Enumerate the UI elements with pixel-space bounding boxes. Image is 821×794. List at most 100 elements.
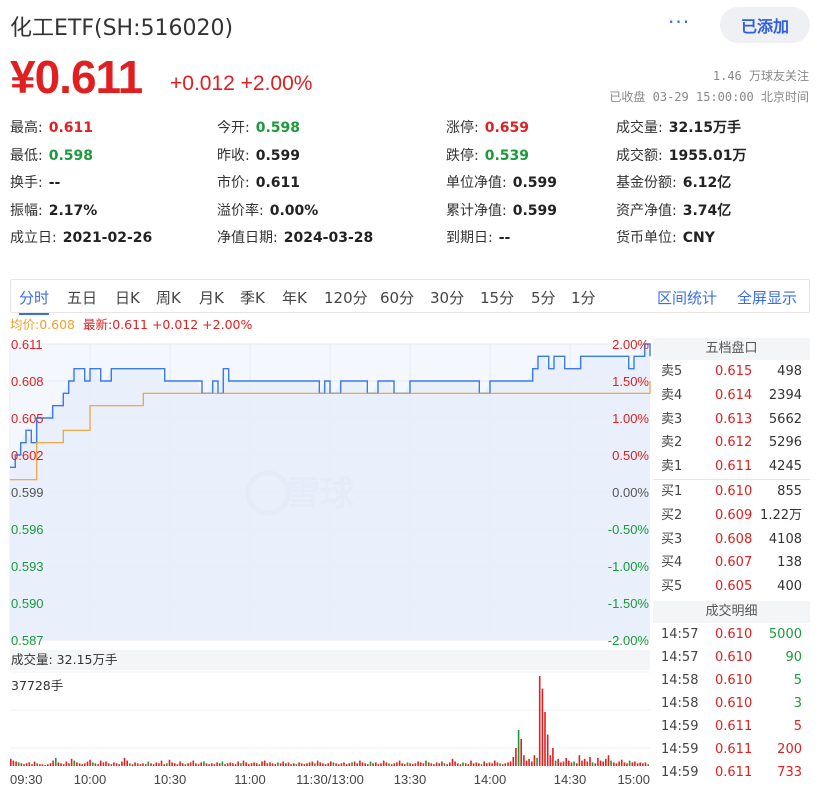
volume-bar bbox=[533, 755, 536, 766]
volume-bar bbox=[546, 734, 549, 766]
volume-bar bbox=[554, 760, 557, 766]
volume-bar bbox=[515, 748, 517, 766]
volume-bar bbox=[433, 764, 435, 766]
volume-bar bbox=[636, 763, 639, 766]
volume-bar bbox=[298, 762, 300, 766]
volume-bar bbox=[642, 763, 644, 766]
volume-bar bbox=[501, 764, 504, 766]
tab-period[interactable]: 120分 bbox=[324, 287, 368, 308]
volume-bar bbox=[351, 762, 353, 766]
tab-period[interactable]: 分时 bbox=[19, 287, 50, 315]
volume-bar bbox=[451, 758, 454, 766]
tab-period[interactable]: 30分 bbox=[430, 287, 464, 308]
volume-bar bbox=[256, 763, 258, 766]
trades-title: 成交明细 bbox=[653, 600, 810, 623]
stat-value: 0.599 bbox=[255, 147, 301, 164]
added-watchlist-button[interactable]: 已添加 bbox=[720, 7, 810, 43]
volume-bar bbox=[311, 761, 314, 766]
trade-volume: 733 bbox=[777, 764, 802, 780]
volume-bar bbox=[10, 758, 12, 766]
stat-item: 单位净值: 0.599 bbox=[446, 172, 557, 192]
bid-price: 0.610 bbox=[715, 483, 753, 499]
bid-price: 0.608 bbox=[715, 531, 753, 547]
tab-period[interactable]: 15分 bbox=[480, 287, 514, 308]
stat-item: 昨收: 0.599 bbox=[217, 145, 300, 165]
volume-bar bbox=[359, 760, 361, 766]
trade-price: 0.610 bbox=[715, 695, 753, 711]
stat-label: 最高: bbox=[10, 120, 43, 136]
stat-item: 成立日: 2021-02-26 bbox=[10, 227, 152, 247]
volume-bar bbox=[472, 763, 475, 766]
volume-bar bbox=[131, 764, 134, 766]
volume-bar bbox=[314, 763, 316, 766]
volume-bar bbox=[525, 760, 528, 766]
volume-bar bbox=[324, 764, 327, 766]
tab-period[interactable]: 年K bbox=[282, 287, 307, 308]
volume-bar bbox=[303, 764, 306, 766]
trade-volume: 5 bbox=[793, 718, 802, 734]
stat-label: 最低: bbox=[10, 147, 43, 164]
volume-bar bbox=[594, 763, 597, 766]
ask-label: 卖5 bbox=[661, 364, 683, 379]
stat-value: 0.599 bbox=[512, 202, 558, 219]
bid-vol: 400 bbox=[777, 579, 802, 595]
volume-bar bbox=[189, 762, 192, 766]
trade-volume: 3 bbox=[793, 695, 802, 711]
volume-bar bbox=[168, 759, 171, 766]
pct-tick-label: -0.50% bbox=[608, 522, 650, 537]
trade-row: 14:59 0.611 5 bbox=[653, 715, 810, 738]
stat-label: 成交额: bbox=[616, 147, 663, 164]
stat-item: 基金份额: 6.12亿 bbox=[616, 172, 731, 192]
fullscreen-link[interactable]: 全屏显示 bbox=[737, 287, 797, 308]
volume-bar bbox=[322, 763, 324, 766]
stat-item: 最低: 0.598 bbox=[10, 145, 93, 165]
volume-bar bbox=[155, 762, 158, 766]
tab-period[interactable]: 1分 bbox=[571, 287, 596, 308]
stat-value: 2024-03-28 bbox=[283, 230, 374, 246]
volume-bar bbox=[470, 760, 472, 766]
volume-bar bbox=[348, 763, 351, 766]
trade-price: 0.610 bbox=[715, 649, 753, 665]
tab-period[interactable]: 5分 bbox=[531, 287, 556, 308]
volume-bar bbox=[335, 763, 337, 766]
volume-bar bbox=[441, 761, 443, 766]
volume-bar bbox=[644, 762, 647, 766]
stat-item: 跌停: 0.539 bbox=[446, 145, 529, 165]
volume-bar bbox=[142, 763, 144, 766]
volume-bar bbox=[417, 761, 419, 766]
tab-period[interactable]: 周K bbox=[156, 287, 181, 308]
ask-label: 卖1 bbox=[661, 459, 683, 475]
volume-bar bbox=[216, 762, 218, 766]
stat-item: 累计净值: 0.599 bbox=[446, 200, 557, 220]
range-stats-link[interactable]: 区间统计 bbox=[657, 287, 717, 308]
tab-period[interactable]: 60分 bbox=[380, 287, 414, 308]
tab-period[interactable]: 季K bbox=[240, 287, 265, 308]
volume-bar bbox=[39, 764, 41, 766]
volume-bar bbox=[330, 761, 332, 766]
tab-period[interactable]: 日K bbox=[115, 287, 140, 308]
x-tick-label: 11:00 bbox=[234, 772, 266, 787]
volume-bar bbox=[449, 762, 451, 766]
volume-bar bbox=[76, 762, 78, 766]
volume-bar bbox=[300, 763, 303, 766]
volume-bar bbox=[253, 762, 255, 766]
stat-label: 成立日: bbox=[10, 230, 57, 246]
volume-bar bbox=[401, 763, 403, 766]
volume-bar bbox=[531, 761, 533, 766]
tab-period[interactable]: 五日 bbox=[67, 287, 97, 308]
stat-value: 1955.01万 bbox=[668, 147, 747, 164]
volume-bar bbox=[390, 764, 393, 766]
tab-period[interactable]: 月K bbox=[199, 287, 224, 308]
volume-bar bbox=[68, 763, 70, 766]
volume-bar bbox=[425, 760, 427, 766]
bid-label: 买5 bbox=[661, 579, 683, 595]
volume-bar bbox=[367, 764, 369, 766]
volume-bar bbox=[308, 762, 311, 766]
more-menu-icon[interactable]: ··· bbox=[668, 10, 690, 34]
volume-bar bbox=[483, 761, 485, 766]
volume-bar bbox=[620, 759, 623, 766]
pct-tick-label: 0.00% bbox=[612, 485, 649, 500]
volume-bar bbox=[562, 761, 565, 766]
volume-bar bbox=[419, 762, 422, 766]
volume-bar bbox=[398, 760, 401, 766]
